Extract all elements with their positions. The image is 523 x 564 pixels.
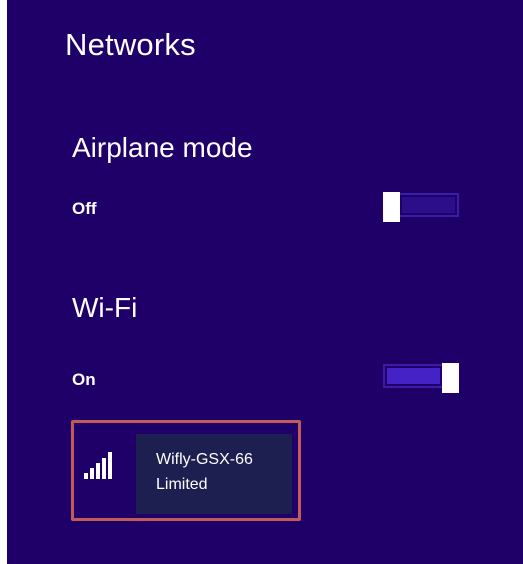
networks-panel: Networks Airplane mode Off Wi-Fi On Wifl… [7,0,523,564]
airplane-mode-toggle-track [402,197,455,213]
signal-bar-2 [90,468,94,479]
airplane-mode-toggle[interactable] [383,192,459,222]
wifi-toggle-track [387,368,440,384]
wifi-signal-icon [84,451,120,479]
wifi-toggle-thumb[interactable] [442,363,459,393]
signal-bar-1 [84,473,88,479]
signal-bar-3 [96,463,100,479]
signal-bar-4 [102,458,106,479]
network-name: Wifly-GSX-66 [156,451,253,468]
wifi-state-label: On [72,370,96,389]
airplane-mode-toggle-thumb[interactable] [383,192,400,222]
network-item-wifly-gsx-66[interactable]: Wifly-GSX-66 Limited [71,420,301,521]
network-info-card[interactable]: Wifly-GSX-66 Limited [136,434,292,514]
airplane-mode-state-label: Off [72,199,97,218]
page-title: Networks [65,27,196,62]
signal-bar-5 [108,452,112,479]
network-status: Limited [156,476,208,493]
wifi-toggle[interactable] [383,363,459,393]
airplane-mode-heading: Airplane mode [72,132,253,163]
wifi-heading: Wi-Fi [72,292,138,323]
